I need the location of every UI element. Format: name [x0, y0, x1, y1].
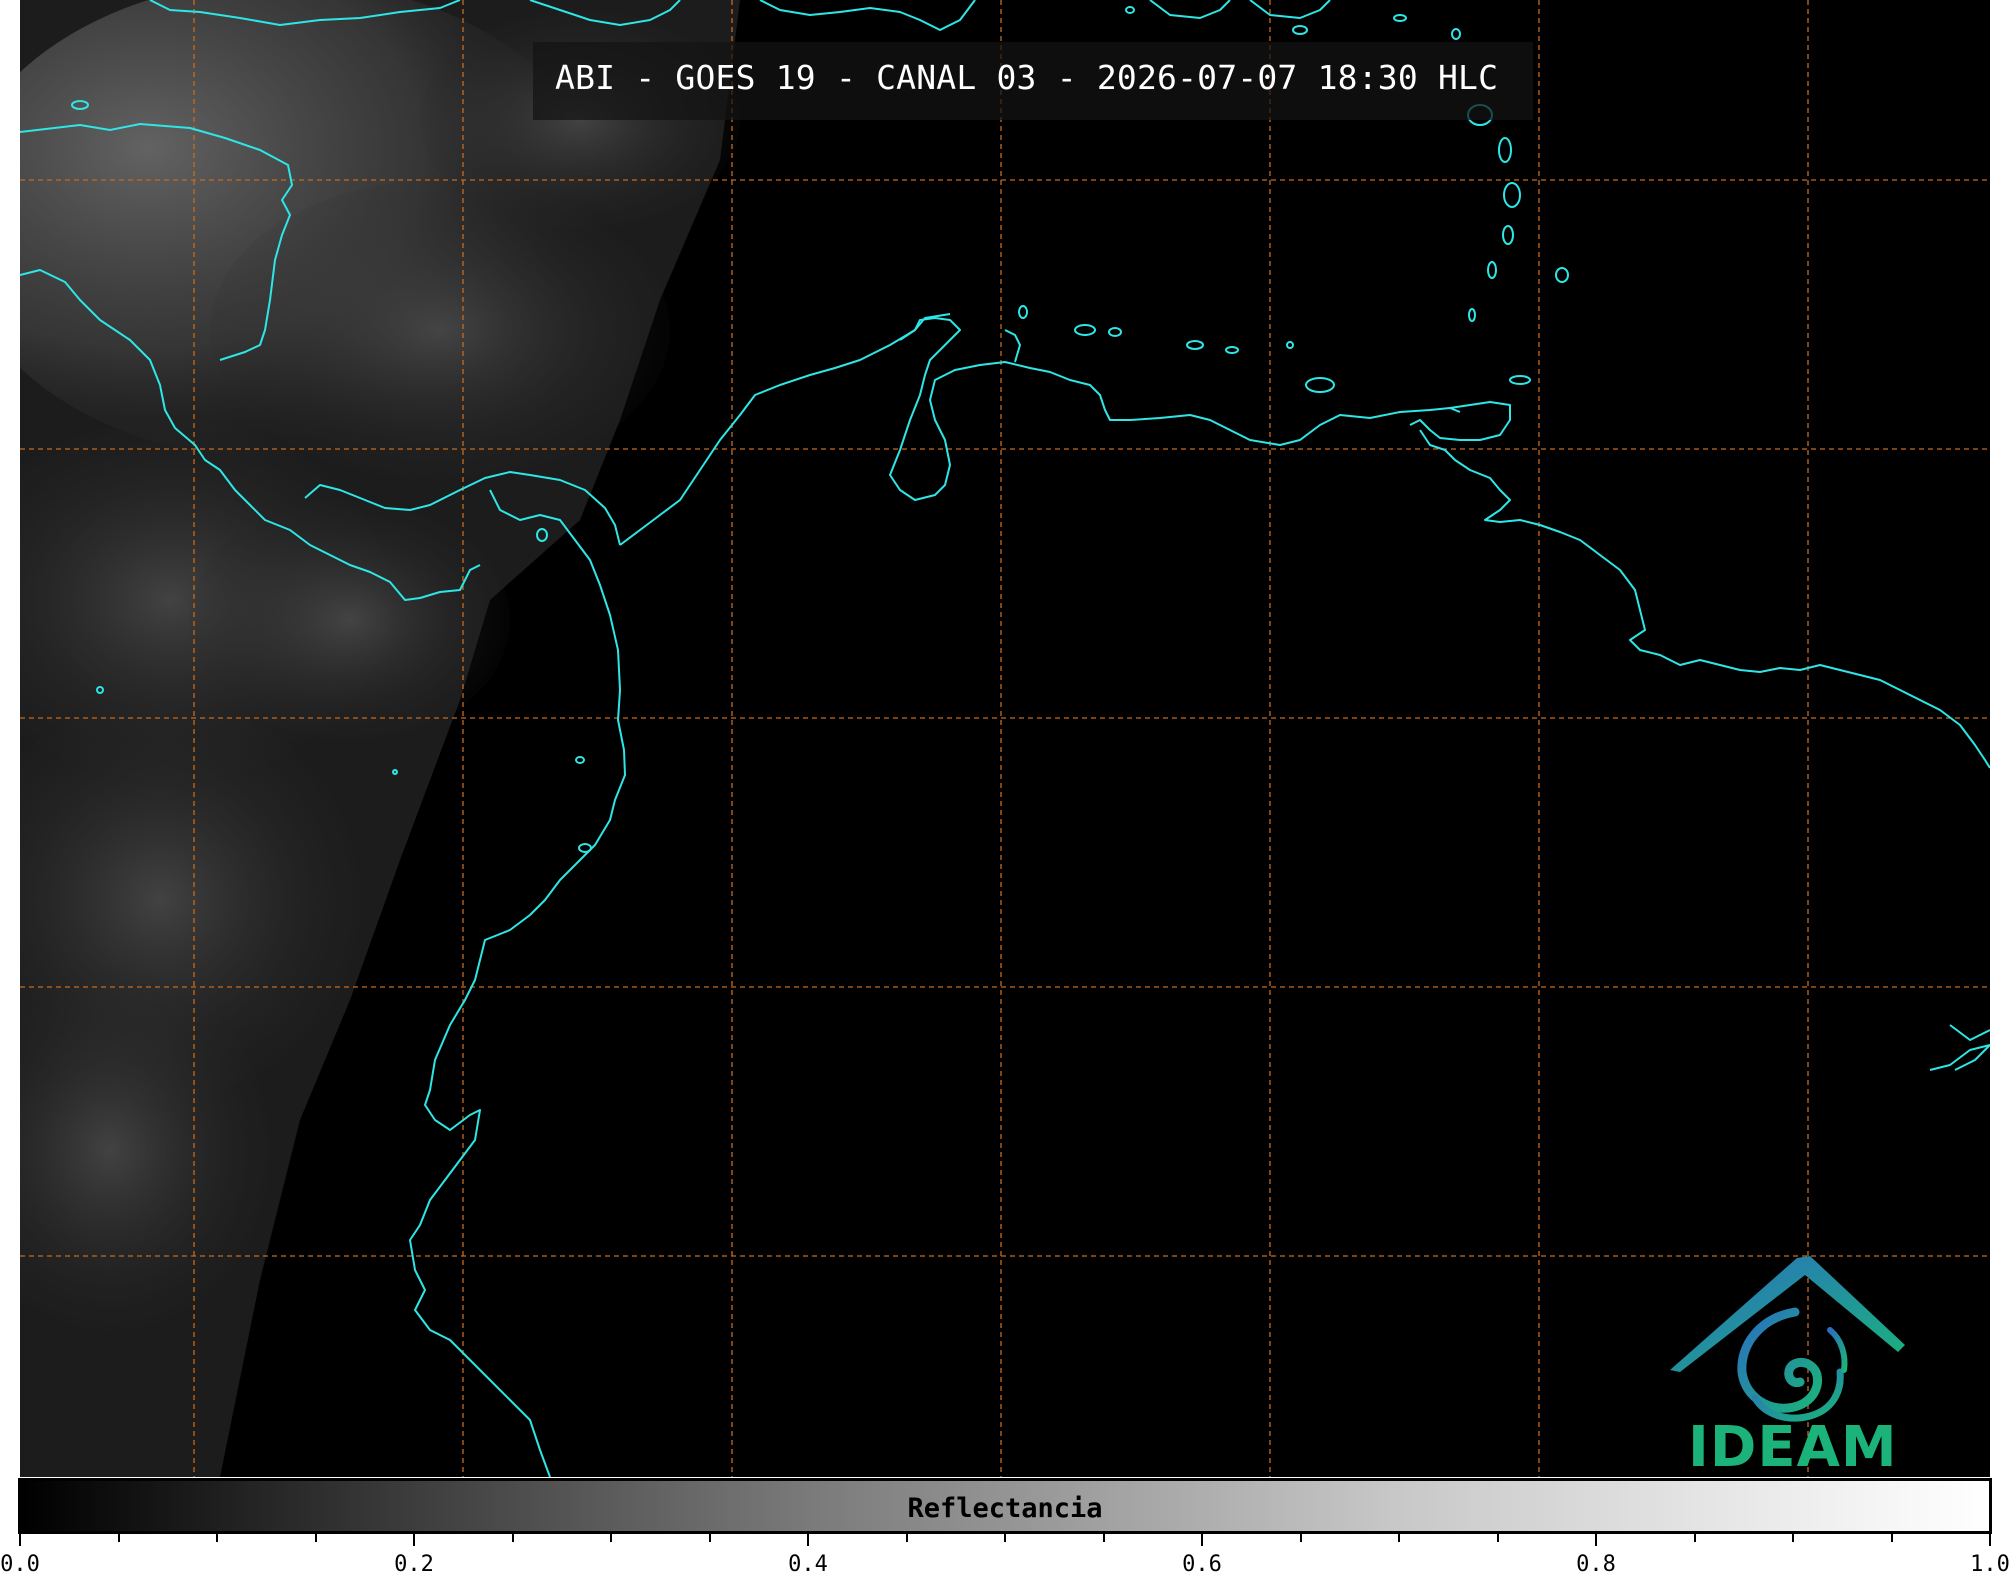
colorbar-tick-label: 0.0 [0, 1552, 40, 1577]
colorbar-label: Reflectancia [907, 1493, 1103, 1524]
map-title: ABI - GOES 19 - CANAL 03 - 2026-07-07 18… [555, 58, 1499, 97]
colorbar-tick-mark [1201, 1534, 1203, 1546]
colorbar-tick-mark [314, 1534, 317, 1542]
colorbar-tick-label: 0.4 [788, 1552, 828, 1577]
colorbar-tick-mark [1496, 1534, 1499, 1542]
ideam-logo-icon [1670, 1256, 1905, 1422]
colorbar-tick-mark [117, 1534, 120, 1542]
colorbar-tick-mark [905, 1534, 908, 1542]
colorbar-tick-label: 0.2 [394, 1552, 434, 1577]
colorbar-tick-mark [807, 1534, 809, 1546]
colorbar-tick-mark [1299, 1534, 1302, 1542]
ideam-logo-text: IDEAM [1688, 1415, 1898, 1480]
colorbar-tick-label: 0.8 [1576, 1552, 1616, 1577]
colorbar-tick-mark [1102, 1534, 1105, 1542]
colorbar-tick-mark [1004, 1534, 1006, 1542]
colorbar-tick-mark [216, 1534, 218, 1542]
satellite-map [20, 0, 1990, 1477]
map-canvas [20, 0, 1990, 1477]
colorbar-tick-label: 1.0 [1970, 1552, 2010, 1577]
colorbar-tick-mark [1693, 1534, 1696, 1542]
colorbar-tick-mark [511, 1534, 514, 1542]
colorbar-tick-mark [1989, 1534, 1991, 1546]
colorbar-tick-mark [610, 1534, 612, 1542]
colorbar-tick-mark [19, 1534, 21, 1546]
colorbar-tick-mark [413, 1534, 415, 1546]
colorbar-tick-label: 0.6 [1182, 1552, 1222, 1577]
colorbar-tick-mark [1890, 1534, 1893, 1542]
colorbar-tick-mark [1595, 1534, 1597, 1546]
colorbar-tick-mark [1792, 1534, 1794, 1542]
colorbar: Reflectancia [18, 1478, 1992, 1534]
colorbar-tick-mark [708, 1534, 711, 1542]
colorbar-tick-mark [1398, 1534, 1400, 1542]
